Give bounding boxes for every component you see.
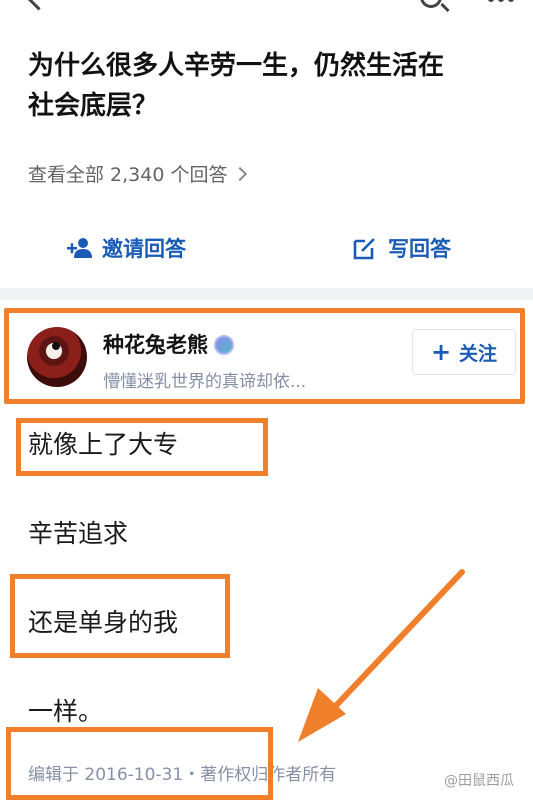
view-all-answers-link[interactable]: 查看全部 2,340 个回答 [28,160,248,187]
highlight-box [10,574,230,658]
answer-paragraph: 辛苦追求 [28,519,129,548]
author-name-label: 种花兔老熊 [103,333,208,357]
write-answer-button[interactable]: 写回答 [352,226,451,270]
invite-answer-label: 邀请回答 [102,237,186,261]
watermark: @田鼠西瓜 [444,773,514,789]
follow-label: 关注 [459,342,498,365]
write-answer-label: 写回答 [388,237,451,261]
invite-person-icon [67,238,92,258]
chevron-right-icon [233,166,248,182]
invite-answer-button[interactable]: 邀请回答 [66,226,186,270]
question-title: 为什么很多人辛劳一生，仍然生活在 社会底层？ [28,46,518,126]
view-all-answers-label: 查看全部 2,340 个回答 [28,164,228,186]
follow-button[interactable]: + 关注 [412,329,516,375]
answer-paragraph: 一样。 [28,697,104,726]
author-bio: 懵懂迷乳世界的真谛却依... [103,372,307,392]
question-title-line-1: 为什么很多人辛劳一生，仍然生活在 [28,51,445,81]
edit-icon [353,238,375,260]
author-name[interactable]: 种花兔老熊 [103,329,234,359]
plus-icon: + [430,338,452,366]
question-title-line-2: 社会底层？ [28,91,159,121]
highlight-box [16,418,268,476]
verified-badge-icon [214,335,234,355]
back-arrow-icon[interactable] [26,0,51,11]
highlight-box [6,727,273,800]
more-icon[interactable] [488,0,494,2]
search-icon[interactable] [420,0,442,8]
section-divider [0,288,533,300]
avatar[interactable] [27,327,87,387]
top-bar [0,0,533,22]
author-card: 种花兔老熊 懵懂迷乳世界的真谛却依... + 关注 [4,308,525,404]
